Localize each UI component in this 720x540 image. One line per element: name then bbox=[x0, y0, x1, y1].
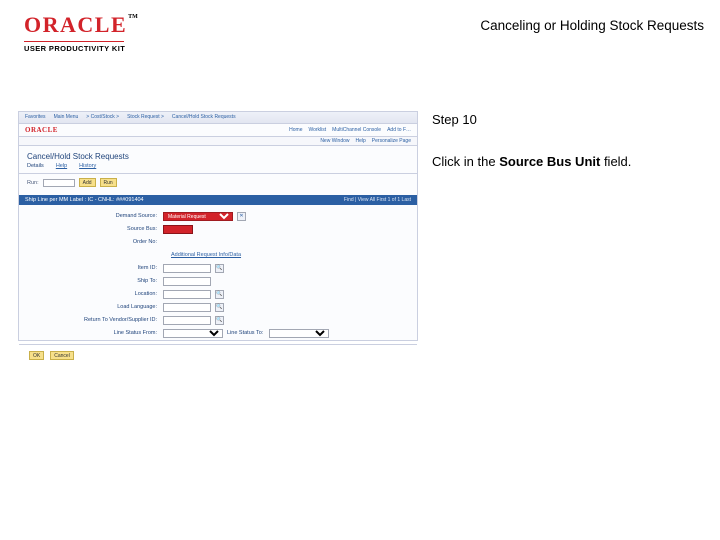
header-link-home[interactable]: Home bbox=[289, 127, 302, 133]
sched-lang-input[interactable] bbox=[163, 303, 211, 312]
document-header: ORACLE TM USER PRODUCTIVITY KIT Cancelin… bbox=[0, 0, 720, 53]
ship-to-input[interactable] bbox=[163, 277, 211, 286]
form-button-row: OK Cancel bbox=[19, 344, 417, 366]
step-label: Step 10 bbox=[432, 111, 704, 129]
header-link-addto[interactable]: Add to F… bbox=[387, 127, 411, 133]
tab-details[interactable]: Details bbox=[27, 163, 44, 169]
instructions-column: Step 10 Click in the Source Bus Unit fie… bbox=[432, 111, 704, 341]
line-status-to-select[interactable] bbox=[269, 329, 329, 338]
app-title-row: ORACLE Home Worklist MultiChannel Consol… bbox=[19, 124, 417, 136]
panel-utils[interactable]: Find | View All First 1 of 1 Last bbox=[344, 197, 411, 203]
return-vendor-label: Return To Vendor/Supplier ID: bbox=[79, 317, 159, 323]
breadcrumb-item[interactable]: Stock Request > bbox=[127, 114, 164, 121]
breadcrumb-item[interactable]: Favorites bbox=[25, 114, 46, 121]
source-bus-unit-field[interactable] bbox=[163, 225, 193, 234]
app-page-title: Cancel/Hold Stock Requests bbox=[19, 146, 417, 161]
item-id-input[interactable] bbox=[163, 264, 211, 273]
run-control-row: Run: Add Run bbox=[19, 174, 417, 193]
oracle-logo-tm: TM bbox=[128, 14, 138, 20]
panel-title: Ship Line per MM Label : IC - CNHL: ###0… bbox=[25, 197, 144, 203]
logo-underline bbox=[24, 41, 124, 42]
tab-help[interactable]: Help bbox=[56, 163, 67, 169]
instruction-text: Click in the Source Bus Unit field. bbox=[432, 153, 704, 171]
breadcrumb-item[interactable]: Main Menu bbox=[54, 114, 79, 121]
instruction-bold: Source Bus Unit bbox=[499, 154, 600, 169]
oracle-mini-logo: ORACLE bbox=[25, 126, 58, 134]
order-no-label: Order No: bbox=[79, 239, 159, 245]
header-link-worklist[interactable]: Worklist bbox=[308, 127, 326, 133]
run-label: Run: bbox=[27, 180, 39, 186]
add-button[interactable]: Add bbox=[79, 178, 96, 187]
oracle-application: Favorites Main Menu > Cost/Stock > Stock… bbox=[18, 111, 418, 341]
cancel-button[interactable]: Cancel bbox=[50, 351, 74, 360]
line-status-from-label: Line Status From: bbox=[79, 330, 159, 336]
app-tabs: Details Help History bbox=[19, 161, 417, 174]
sched-lang-label: Load Language: bbox=[79, 304, 159, 310]
additional-info-link[interactable]: Additional Request Info/Data bbox=[171, 252, 241, 258]
ok-button[interactable]: OK bbox=[29, 351, 44, 360]
line-status-to-label: Line Status To: bbox=[227, 330, 265, 336]
lookup-icon[interactable]: 🔍 bbox=[215, 303, 224, 312]
app-subbar: New Window Help Personalize Page bbox=[19, 136, 417, 146]
breadcrumb-item[interactable]: > Cost/Stock > bbox=[86, 114, 119, 121]
subbar-link[interactable]: Personalize Page bbox=[372, 138, 411, 144]
instruction-after: field. bbox=[600, 154, 631, 169]
source-bus-unit-label: Source Bus: bbox=[79, 226, 159, 232]
subbar-link[interactable]: New Window bbox=[320, 138, 349, 144]
return-vendor-input[interactable] bbox=[163, 316, 211, 325]
instruction-before: Click in the bbox=[432, 154, 499, 169]
demand-source-label: Demand Source: bbox=[79, 213, 159, 219]
app-header-links: Home Worklist MultiChannel Console Add t… bbox=[289, 127, 411, 133]
oracle-logo: ORACLE TM bbox=[24, 12, 138, 38]
request-form: Demand Source: Material Request ✕ Source… bbox=[19, 205, 417, 344]
run-button[interactable]: Run bbox=[100, 178, 117, 187]
subbar-link[interactable]: Help bbox=[356, 138, 366, 144]
lookup-icon[interactable]: 🔍 bbox=[215, 316, 224, 325]
demand-source-select[interactable]: Material Request bbox=[163, 212, 233, 221]
item-id-label: Item ID: bbox=[79, 265, 159, 271]
run-input[interactable] bbox=[43, 179, 75, 187]
embedded-screenshot: Favorites Main Menu > Cost/Stock > Stock… bbox=[18, 111, 418, 341]
ship-to-label: Ship To: bbox=[79, 278, 159, 284]
panel-title-row: Ship Line per MM Label : IC - CNHL: ###0… bbox=[19, 195, 417, 205]
breadcrumb-item[interactable]: Cancel/Hold Stock Requests bbox=[172, 114, 236, 121]
upk-subtitle: USER PRODUCTIVITY KIT bbox=[24, 44, 138, 53]
oracle-logo-block: ORACLE TM USER PRODUCTIVITY KIT bbox=[24, 12, 138, 53]
line-status-from-select[interactable] bbox=[163, 329, 223, 338]
lookup-icon[interactable]: 🔍 bbox=[215, 290, 224, 299]
document-title: Canceling or Holding Stock Requests bbox=[480, 18, 704, 33]
lookup-icon[interactable]: ✕ bbox=[237, 212, 246, 221]
header-link-console[interactable]: MultiChannel Console bbox=[332, 127, 381, 133]
tab-history[interactable]: History bbox=[79, 163, 96, 169]
oracle-logo-text: ORACLE bbox=[24, 12, 127, 38]
location-input[interactable] bbox=[163, 290, 211, 299]
app-breadcrumb-bar: Favorites Main Menu > Cost/Stock > Stock… bbox=[19, 112, 417, 124]
location-label: Location: bbox=[79, 291, 159, 297]
lookup-icon[interactable]: 🔍 bbox=[215, 264, 224, 273]
